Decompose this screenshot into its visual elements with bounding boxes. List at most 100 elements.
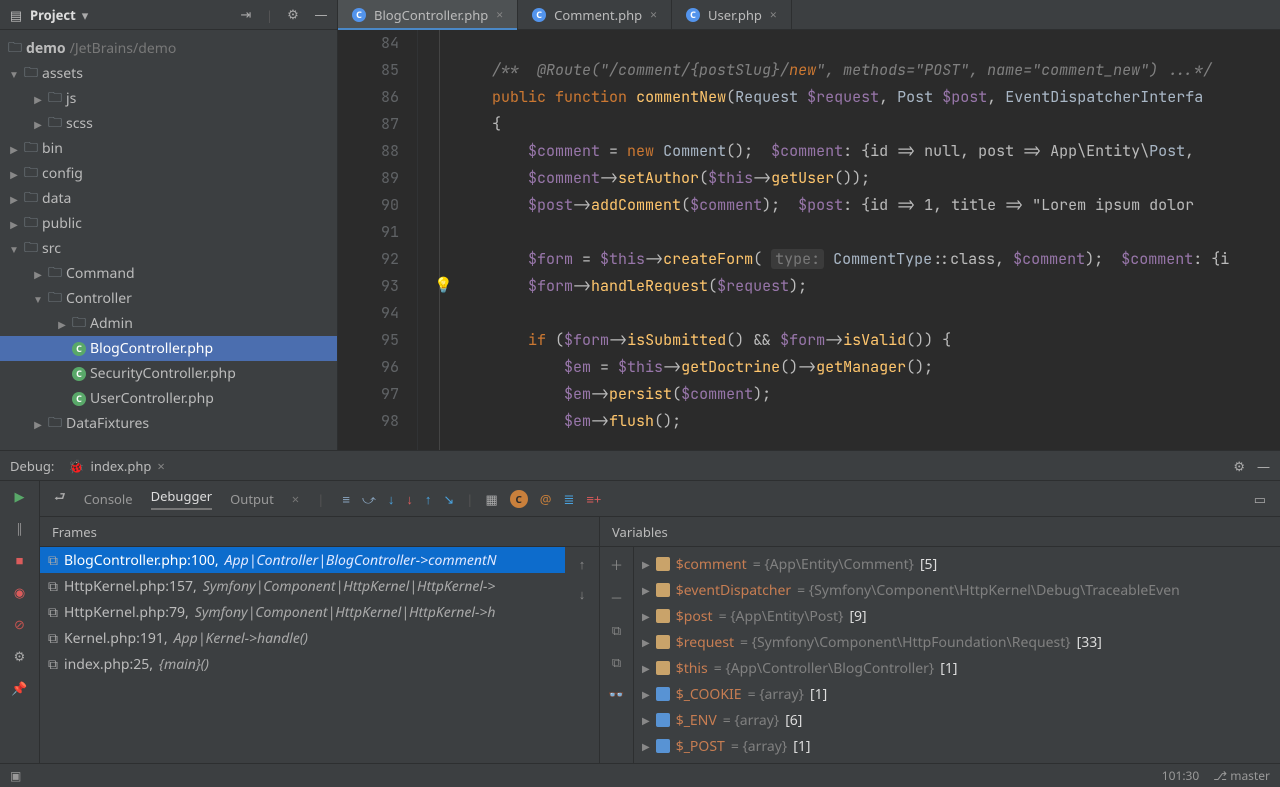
code-line[interactable]: $post->addComment($comment); $post: {id … [456, 192, 1280, 219]
expand-arrow-icon[interactable]: ▶ [642, 661, 650, 675]
close-icon[interactable]: × [496, 6, 503, 23]
frame-down-icon[interactable]: ↓ [579, 585, 586, 603]
variable-row[interactable]: ▶ $comment = {App\Entity\Comment} [5] [634, 551, 1280, 577]
tab-console[interactable]: Console [84, 490, 133, 508]
code-line[interactable]: $form = $this->createForm( type: Comment… [456, 246, 1280, 273]
editor-tab[interactable]: CComment.php× [518, 0, 672, 29]
close-icon[interactable]: × [770, 6, 777, 23]
disclosure-arrow-icon[interactable]: ▶ [56, 317, 68, 331]
tree-item[interactable]: ▼🗀assets [0, 61, 337, 86]
add-icon[interactable]: ≡+ [586, 490, 601, 508]
code-area[interactable]: /** @Route("/comment/{postSlug}/new", me… [440, 30, 1280, 450]
close-icon[interactable]: × [650, 6, 657, 23]
pause-icon[interactable]: ∥ [11, 519, 29, 537]
stop-icon[interactable]: ■ [11, 551, 29, 569]
disclosure-arrow-icon[interactable]: ▶ [32, 267, 44, 281]
tool-windows-icon[interactable]: ▣ [10, 767, 21, 784]
minimize-icon[interactable]: — [313, 6, 329, 22]
collapse-icon[interactable]: ⇥ [238, 6, 254, 22]
variable-row[interactable]: ▶ $_COOKIE = {array} [1] [634, 681, 1280, 707]
code-line[interactable]: public function commentNew(Request $requ… [456, 84, 1280, 111]
frame-row[interactable]: ⧉HttpKernel.php:79, Symfony|Component|Ht… [40, 599, 565, 625]
code-line[interactable] [456, 300, 1280, 327]
tree-item[interactable]: ▶🗀Command [0, 261, 337, 286]
disclosure-arrow-icon[interactable]: ▶ [32, 417, 44, 431]
gear-icon[interactable]: ⚙ [285, 6, 301, 22]
variable-row[interactable]: ▶ $request = {Symfony\Component\HttpFoun… [634, 629, 1280, 655]
code-line[interactable] [456, 219, 1280, 246]
gutter[interactable]: 848586878889909192939495969798 [338, 30, 418, 450]
disclosure-arrow-icon[interactable]: ▶ [8, 192, 20, 206]
tree-item[interactable]: ▶🗀Admin [0, 311, 337, 336]
expand-arrow-icon[interactable]: ▶ [642, 713, 650, 727]
layout-icon[interactable]: ▭ [1254, 490, 1266, 508]
step-into-icon[interactable]: ↓ [388, 490, 395, 508]
frame-row[interactable]: ⧉index.php:25, {main}() [40, 651, 565, 677]
pin-icon[interactable]: 📌 [11, 679, 29, 697]
editor-tab[interactable]: CBlogController.php× [338, 0, 518, 29]
tree-item[interactable]: ▶🗀DataFixtures [0, 411, 337, 436]
caret-position[interactable]: 101:30 [1162, 767, 1200, 784]
tree-item[interactable]: ▼🗀Controller [0, 286, 337, 311]
close-icon[interactable]: × [157, 457, 164, 475]
show-execution-point-icon[interactable]: ≡ [342, 490, 350, 508]
close-icon[interactable]: × [292, 490, 299, 508]
frame-row[interactable]: ⧉BlogController.php:100, App|Controller|… [40, 547, 565, 573]
disclosure-arrow-icon[interactable]: ▶ [8, 167, 20, 181]
variable-row[interactable]: ▶ $this = {App\Controller\BlogController… [634, 655, 1280, 681]
variable-row[interactable]: ▶ $_POST = {array} [1] [634, 733, 1280, 759]
frames-list[interactable]: ⧉BlogController.php:100, App|Controller|… [40, 547, 565, 763]
tree-root[interactable]: 🗀 demo /JetBrains/demo [0, 36, 337, 61]
tree-item[interactable]: CUserController.php [0, 386, 337, 411]
tree-item[interactable]: ▶🗀data [0, 186, 337, 211]
disclosure-arrow-icon[interactable]: ▼ [32, 292, 44, 306]
expand-arrow-icon[interactable]: ▶ [642, 687, 650, 701]
list-icon[interactable]: ≣ [563, 490, 574, 508]
editor-body[interactable]: 848586878889909192939495969798 💡 /** @Ro… [338, 30, 1280, 450]
debug-session-tab[interactable]: 🐞 index.php × [68, 457, 164, 475]
resume-icon[interactable]: ▶ [11, 487, 29, 505]
glasses-icon[interactable]: 👓 [608, 685, 624, 703]
tree-item[interactable]: ▶🗀public [0, 211, 337, 236]
link-icon[interactable]: ⧉ [612, 653, 621, 671]
chevron-down-icon[interactable]: ▾ [82, 6, 89, 24]
view-breakpoints-icon[interactable]: ◉ [11, 583, 29, 601]
debug-settings-icon[interactable]: ⚙ [11, 647, 29, 665]
code-line[interactable]: $em->persist($comment); [456, 381, 1280, 408]
tab-debugger[interactable]: Debugger [151, 487, 213, 510]
code-line[interactable]: $comment = new Comment(); $comment: {id … [456, 138, 1280, 165]
project-title[interactable]: Project [30, 6, 76, 24]
project-tree[interactable]: 🗀 demo /JetBrains/demo ▼🗀assets▶🗀js▶🗀scs… [0, 30, 337, 450]
variables-list[interactable]: ▶ $comment = {App\Entity\Comment} [5] ▶ $… [634, 547, 1280, 763]
step-over-icon[interactable]: ⤻ [362, 490, 376, 508]
debugger-switch-icon[interactable]: ⮐ [54, 487, 66, 510]
expand-arrow-icon[interactable]: ▶ [642, 557, 650, 571]
expand-arrow-icon[interactable]: ▶ [642, 739, 650, 753]
expand-arrow-icon[interactable]: ▶ [642, 635, 650, 649]
tree-item[interactable]: CSecurityController.php [0, 361, 337, 386]
disclosure-arrow-icon[interactable]: ▶ [8, 142, 20, 156]
code-line[interactable] [456, 30, 1280, 57]
frame-row[interactable]: ⧉HttpKernel.php:157, Symfony|Component|H… [40, 573, 565, 599]
add-watch-icon[interactable]: ＋ [610, 555, 623, 574]
disclosure-arrow-icon[interactable]: ▶ [8, 217, 20, 231]
variable-row[interactable]: ▶ $post = {App\Entity\Post} [9] [634, 603, 1280, 629]
disclosure-arrow-icon[interactable]: ▶ [32, 92, 44, 106]
minimize-icon[interactable]: — [1257, 457, 1270, 475]
disclosure-arrow-icon[interactable]: ▼ [8, 242, 20, 256]
at-icon[interactable]: @ [540, 490, 552, 508]
remove-watch-icon[interactable]: － [610, 588, 623, 607]
tree-item[interactable]: ▶🗀config [0, 161, 337, 186]
lightbulb-icon[interactable]: 💡 [434, 272, 453, 299]
run-to-cursor-icon[interactable]: ↘ [443, 490, 454, 508]
git-branch[interactable]: ⎇ master [1213, 767, 1270, 784]
tree-item[interactable]: CBlogController.php [0, 336, 337, 361]
tree-item[interactable]: ▶🗀bin [0, 136, 337, 161]
copy-icon[interactable]: ⧉ [612, 621, 621, 639]
php-icon[interactable]: C [510, 490, 528, 508]
step-out-icon[interactable]: ↑ [425, 490, 432, 508]
code-line[interactable]: $form->handleRequest($request); [456, 273, 1280, 300]
tab-output[interactable]: Output [230, 490, 274, 508]
tree-item[interactable]: ▶🗀scss [0, 111, 337, 136]
tree-item[interactable]: ▼🗀src [0, 236, 337, 261]
